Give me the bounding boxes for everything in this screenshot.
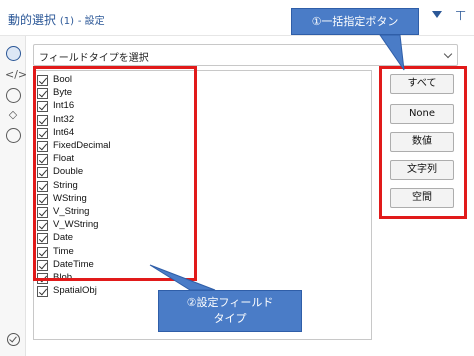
callout-settings-field-type: ②設定フィールド タイプ	[158, 290, 302, 332]
callout-batch-pointer	[379, 34, 405, 71]
callout-settings-line1: ②設定フィールド	[186, 296, 274, 309]
callout-settings-line2: タイプ	[213, 312, 247, 325]
callout-settings-pointer	[149, 264, 216, 291]
